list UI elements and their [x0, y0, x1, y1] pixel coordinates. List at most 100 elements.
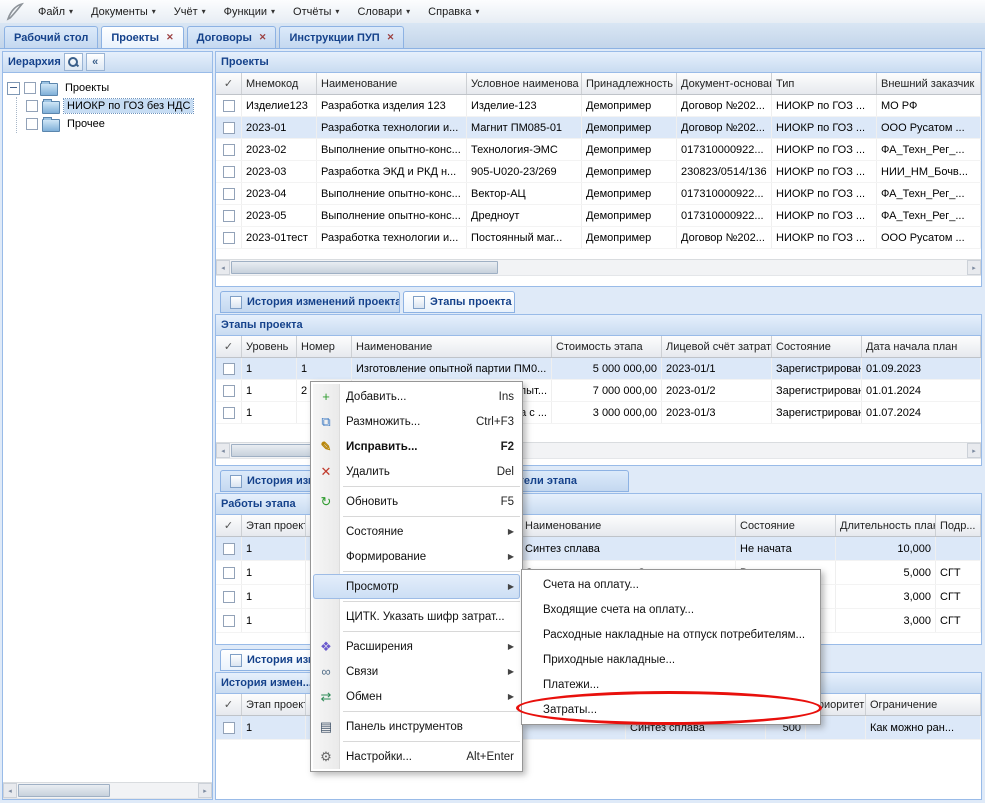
menubar-item[interactable]: Словари▾	[348, 0, 419, 23]
column-header[interactable]: Состояние	[736, 515, 836, 536]
menubar-item[interactable]: Файл▾	[29, 0, 82, 23]
menu-item[interactable]: ▤Панель инструментов	[313, 714, 520, 739]
checkbox[interactable]	[24, 82, 36, 94]
menu-item[interactable]: Расходные накладные на отпуск потребител…	[524, 622, 818, 647]
close-icon[interactable]: ✕	[387, 32, 395, 43]
column-header[interactable]: Этап проекта	[242, 515, 306, 536]
column-header[interactable]: Документ-основан...	[677, 73, 772, 94]
scroll-left-icon[interactable]: ◂	[216, 260, 230, 275]
table-row[interactable]: 2023-05Выполнение опытно-конс...Дредноут…	[216, 205, 981, 227]
menu-item[interactable]: Состояние▶	[313, 519, 520, 544]
menubar-item[interactable]: Функции▾	[215, 0, 284, 23]
column-header[interactable]: Ограничение	[866, 694, 981, 715]
checkbox[interactable]	[223, 100, 235, 112]
collapse-toggle-icon[interactable]	[7, 82, 20, 95]
column-header[interactable]: Наименование	[317, 73, 467, 94]
menu-item[interactable]: +Добавить...Ins	[313, 384, 520, 409]
checkbox[interactable]	[223, 567, 235, 579]
checkbox[interactable]	[223, 385, 235, 397]
table-row[interactable]: Изделие123Разработка изделия 123Изделие-…	[216, 95, 981, 117]
tree-node[interactable]: Прочее	[26, 115, 208, 133]
checkbox[interactable]	[223, 615, 235, 627]
table-row[interactable]: 11Изготовление опытной партии ПМ0...5 00…	[216, 358, 981, 380]
menu-item[interactable]: ∞Связи▶	[313, 659, 520, 684]
tab-item[interactable]: Договоры✕	[187, 26, 277, 48]
menu-item[interactable]: ✎Исправить...F2	[313, 434, 520, 459]
menu-item[interactable]: ✕УдалитьDel	[313, 459, 520, 484]
tab-item[interactable]: Этапы проекта	[403, 291, 515, 313]
menu-item[interactable]: Входящие счета на оплату...	[524, 597, 818, 622]
scroll-left-icon[interactable]: ◂	[216, 443, 230, 458]
menu-item[interactable]: ⚙Настройки...Alt+Enter	[313, 744, 520, 769]
checkbox[interactable]	[223, 363, 235, 375]
menu-item[interactable]: ↻ОбновитьF5	[313, 489, 520, 514]
find-button[interactable]	[64, 53, 83, 71]
scroll-right-icon[interactable]: ▸	[198, 783, 212, 798]
column-header[interactable]: Этап проекта	[242, 694, 306, 715]
scrollbar-thumb[interactable]	[231, 261, 498, 274]
tree-node[interactable]: НИОКР по ГОЗ без НДС	[26, 97, 208, 115]
tree-node-label[interactable]: Прочее	[64, 117, 108, 131]
horizontal-scrollbar[interactable]: ◂ ▸	[3, 782, 212, 799]
menu-item[interactable]: ⧉Размножить...Ctrl+F3	[313, 409, 520, 434]
menu-item[interactable]: ❖Расширения▶	[313, 634, 520, 659]
column-header[interactable]: Тип	[772, 73, 877, 94]
column-header[interactable]: Стоимость этапа	[552, 336, 662, 357]
menu-item[interactable]: ⇄Обмен▶	[313, 684, 520, 709]
tree-node-label[interactable]: Проекты	[62, 81, 112, 95]
tab-item[interactable]: Рабочий стол	[4, 26, 98, 48]
column-header[interactable]: ✓	[216, 515, 242, 536]
column-header[interactable]: Наименование	[521, 515, 736, 536]
checkbox[interactable]	[26, 118, 38, 130]
menu-item[interactable]: Просмотр▶	[313, 574, 520, 599]
close-icon[interactable]: ✕	[166, 32, 174, 43]
table-row[interactable]: 2023-02Выполнение опытно-конс...Технолог…	[216, 139, 981, 161]
scroll-left-icon[interactable]: ◂	[3, 783, 17, 798]
tree-node-label[interactable]: НИОКР по ГОЗ без НДС	[64, 99, 193, 113]
menu-item[interactable]: Счета на оплату...	[524, 572, 818, 597]
horizontal-scrollbar[interactable]: ◂ ▸	[216, 259, 981, 276]
column-header[interactable]: Уровень	[242, 336, 297, 357]
column-header[interactable]: ✓	[216, 73, 242, 94]
column-header[interactable]: Лицевой счёт затрат	[662, 336, 772, 357]
column-header[interactable]: Принадлежность	[582, 73, 677, 94]
column-header[interactable]: Подр...	[936, 515, 981, 536]
checkbox[interactable]	[223, 232, 235, 244]
column-header[interactable]: Внешний заказчик	[877, 73, 981, 94]
tab-item[interactable]: Инструкции ПУП✕	[279, 26, 404, 48]
column-header[interactable]: ✓	[216, 336, 242, 357]
menu-item[interactable]: Платежи...	[524, 672, 818, 697]
menu-item[interactable]: Затраты...	[524, 697, 818, 722]
menu-item[interactable]: Приходные накладные...	[524, 647, 818, 672]
checkbox[interactable]	[26, 100, 38, 112]
table-row[interactable]: 2023-01тестРазработка технологии и...Пос…	[216, 227, 981, 249]
table-row[interactable]: 2023-03Разработка ЭКД и РКД н...905-U020…	[216, 161, 981, 183]
checkbox[interactable]	[223, 591, 235, 603]
table-row[interactable]: 2023-01Разработка технологии и...Магнит …	[216, 117, 981, 139]
collapse-panel-button[interactable]: «	[86, 53, 105, 71]
menu-item[interactable]: ЦИТК. Указать шифр затрат...	[313, 604, 520, 629]
menu-item[interactable]: Формирование▶	[313, 544, 520, 569]
scroll-right-icon[interactable]: ▸	[967, 443, 981, 458]
checkbox[interactable]	[223, 144, 235, 156]
checkbox[interactable]	[223, 210, 235, 222]
column-header[interactable]: Мнемокод	[242, 73, 317, 94]
tree-node-root[interactable]: Проекты	[7, 79, 208, 97]
scroll-right-icon[interactable]: ▸	[967, 260, 981, 275]
menubar-item[interactable]: Отчёты▾	[284, 0, 348, 23]
checkbox[interactable]	[223, 122, 235, 134]
column-header[interactable]: Дата начала план	[862, 336, 981, 357]
checkbox[interactable]	[223, 543, 235, 555]
checkbox[interactable]	[223, 722, 235, 734]
checkbox[interactable]	[223, 166, 235, 178]
menubar-item[interactable]: Документы▾	[82, 0, 165, 23]
tab-item[interactable]: Проекты✕	[101, 26, 183, 48]
table-row[interactable]: 2023-04Выполнение опытно-конс...Вектор-А…	[216, 183, 981, 205]
close-icon[interactable]: ✕	[259, 32, 267, 43]
menubar-item[interactable]: Учёт▾	[165, 0, 215, 23]
column-header[interactable]: Номер	[297, 336, 352, 357]
checkbox[interactable]	[223, 188, 235, 200]
tab-item[interactable]: История изменений проекта	[220, 291, 400, 313]
column-header[interactable]: Условное наименова	[467, 73, 582, 94]
checkbox[interactable]	[223, 407, 235, 419]
